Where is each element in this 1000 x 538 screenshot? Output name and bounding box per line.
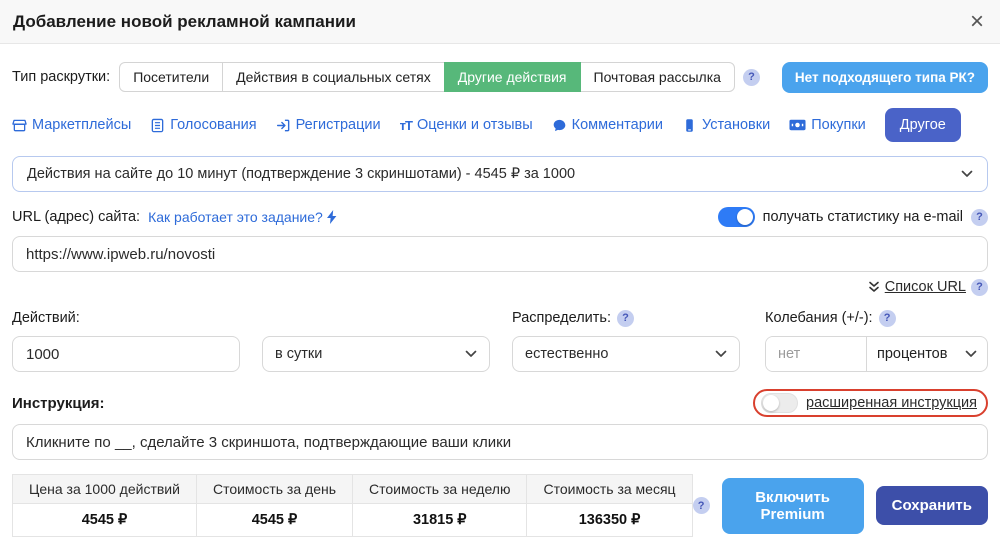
chevron-down-icon — [965, 350, 977, 358]
text-size-icon: тТ — [400, 118, 412, 133]
modal-header: Добавление новой рекламной кампании × — [0, 0, 1000, 44]
pricing-table: Цена за 1000 действий Стоимость за день … — [12, 474, 693, 537]
distribute-select[interactable]: естественно — [512, 336, 740, 372]
category-label: Оценки и отзывы — [417, 117, 533, 133]
footer-actions: ? Включить Premium Сохранить — [693, 478, 988, 534]
help-icon[interactable]: ? — [879, 310, 896, 327]
category-votes[interactable]: Голосования — [150, 117, 256, 133]
fluctuation-label: Колебания (+/-): — [765, 310, 873, 326]
category-label: Голосования — [170, 117, 256, 133]
page-title: Добавление новой рекламной кампании — [13, 12, 356, 32]
extended-instruction-toggle[interactable] — [761, 393, 798, 413]
chevron-down-icon — [715, 350, 727, 358]
tab-email-campaign[interactable]: Почтовая рассылка — [580, 62, 735, 92]
instruction-header: Инструкция: расширенная инструкция — [12, 390, 988, 416]
close-icon[interactable]: × — [970, 10, 984, 34]
chevron-down-icon — [961, 170, 973, 178]
bottom-row: Цена за 1000 действий Стоимость за день … — [12, 474, 988, 537]
site-url-input[interactable] — [12, 236, 988, 272]
banknote-icon — [789, 119, 806, 131]
fluctuation-combo: процентов — [765, 336, 988, 372]
comment-icon — [552, 118, 567, 133]
pricing-header: Стоимость за неделю — [353, 475, 527, 504]
actions-count-label: Действий: — [12, 308, 240, 328]
category-label: Маркетплейсы — [32, 117, 131, 133]
red-annotation-circle: расширенная инструкция — [753, 389, 988, 417]
fluctuation-input[interactable] — [766, 337, 866, 371]
tariff-selected-value: Действия на сайте до 10 минут (подтвержд… — [27, 166, 575, 182]
fluctuation-unit-value: процентов — [877, 346, 947, 362]
fluctuation-label-row: Колебания (+/-): ? — [765, 308, 988, 328]
instruction-input[interactable] — [12, 424, 988, 460]
promo-type-tabs: Посетители Действия в социальных сетях Д… — [119, 62, 735, 92]
tab-visitors[interactable]: Посетители — [119, 62, 223, 92]
no-matching-type-button[interactable]: Нет подходящего типа РК? — [782, 62, 988, 93]
category-purchases[interactable]: Покупки — [789, 117, 866, 133]
save-button[interactable]: Сохранить — [876, 486, 988, 525]
url-label: URL (адрес) сайта: — [12, 209, 140, 225]
category-comments[interactable]: Комментарии — [552, 117, 663, 133]
pricing-value: 4545 ₽ — [13, 504, 197, 537]
sign-in-icon — [276, 118, 291, 133]
tab-other-actions[interactable]: Другие действия — [444, 62, 581, 92]
help-icon[interactable]: ? — [743, 69, 760, 86]
url-list-row: Список URL ? — [12, 278, 988, 296]
pricing-value: 136350 ₽ — [527, 504, 692, 537]
tab-social-actions[interactable]: Действия в социальных сетях — [222, 62, 445, 92]
toggle-knob — [763, 395, 779, 411]
extended-instruction-label[interactable]: расширенная инструкция — [806, 395, 977, 411]
distribute-label: Распределить: — [512, 310, 611, 326]
pricing-value: 4545 ₽ — [196, 504, 352, 537]
promo-type-row: Тип раскрутки: Посетители Действия в соц… — [12, 62, 988, 92]
help-icon[interactable]: ? — [617, 310, 634, 327]
email-stats-toggle[interactable] — [718, 207, 755, 227]
instruction-label: Инструкция: — [12, 395, 105, 412]
category-installs[interactable]: Установки — [682, 117, 770, 133]
actions-count-input[interactable] — [12, 336, 240, 372]
category-marketplaces[interactable]: Маркетплейсы — [12, 117, 131, 133]
pricing-header: Стоимость за день — [196, 475, 352, 504]
email-stats-group: получать статистику на e-mail ? — [718, 207, 988, 227]
category-label: Комментарии — [572, 117, 663, 133]
phone-icon — [682, 118, 697, 133]
promo-type-label: Тип раскрутки: — [12, 69, 110, 85]
actions-settings-row: Действий: в сутки Распределить: ? естест… — [12, 308, 988, 372]
tariff-select[interactable]: Действия на сайте до 10 минут (подтвержд… — [12, 156, 988, 192]
double-chevron-down-icon — [868, 281, 880, 293]
help-icon[interactable]: ? — [971, 279, 988, 296]
pricing-value: 31815 ₽ — [353, 504, 527, 537]
how-it-works-link[interactable]: Как работает это задание? — [148, 209, 323, 225]
category-label: Установки — [702, 117, 770, 133]
help-icon[interactable]: ? — [693, 497, 710, 514]
category-label: Покупки — [811, 117, 866, 133]
category-ratings[interactable]: тТ Оценки и отзывы — [400, 117, 533, 133]
pricing-header: Цена за 1000 действий — [13, 475, 197, 504]
fluctuation-unit-select[interactable]: процентов — [866, 337, 987, 371]
period-select[interactable]: в сутки — [262, 336, 490, 372]
category-other[interactable]: Другое — [885, 108, 961, 142]
help-icon[interactable]: ? — [971, 209, 988, 226]
distribute-label-row: Распределить: ? — [512, 308, 740, 328]
storefront-icon — [12, 118, 27, 133]
enable-premium-button[interactable]: Включить Premium — [722, 478, 864, 534]
category-label: Регистрации — [296, 117, 381, 133]
period-selected-value: в сутки — [275, 346, 322, 362]
pricing-header: Стоимость за месяц — [527, 475, 692, 504]
chevron-down-icon — [465, 350, 477, 358]
ballot-icon — [150, 118, 165, 133]
category-registrations[interactable]: Регистрации — [276, 117, 381, 133]
lightning-bolt-icon — [327, 210, 337, 224]
url-list-link[interactable]: Список URL — [885, 279, 966, 295]
email-stats-label: получать статистику на e-mail — [763, 209, 963, 225]
distribute-selected-value: естественно — [525, 346, 608, 362]
category-tabs: Маркетплейсы Голосования Регистрации тТ … — [12, 107, 988, 143]
category-label: Другое — [900, 117, 946, 133]
toggle-knob — [737, 209, 753, 225]
url-section-header: URL (адрес) сайта: Как работает это зада… — [12, 206, 988, 228]
